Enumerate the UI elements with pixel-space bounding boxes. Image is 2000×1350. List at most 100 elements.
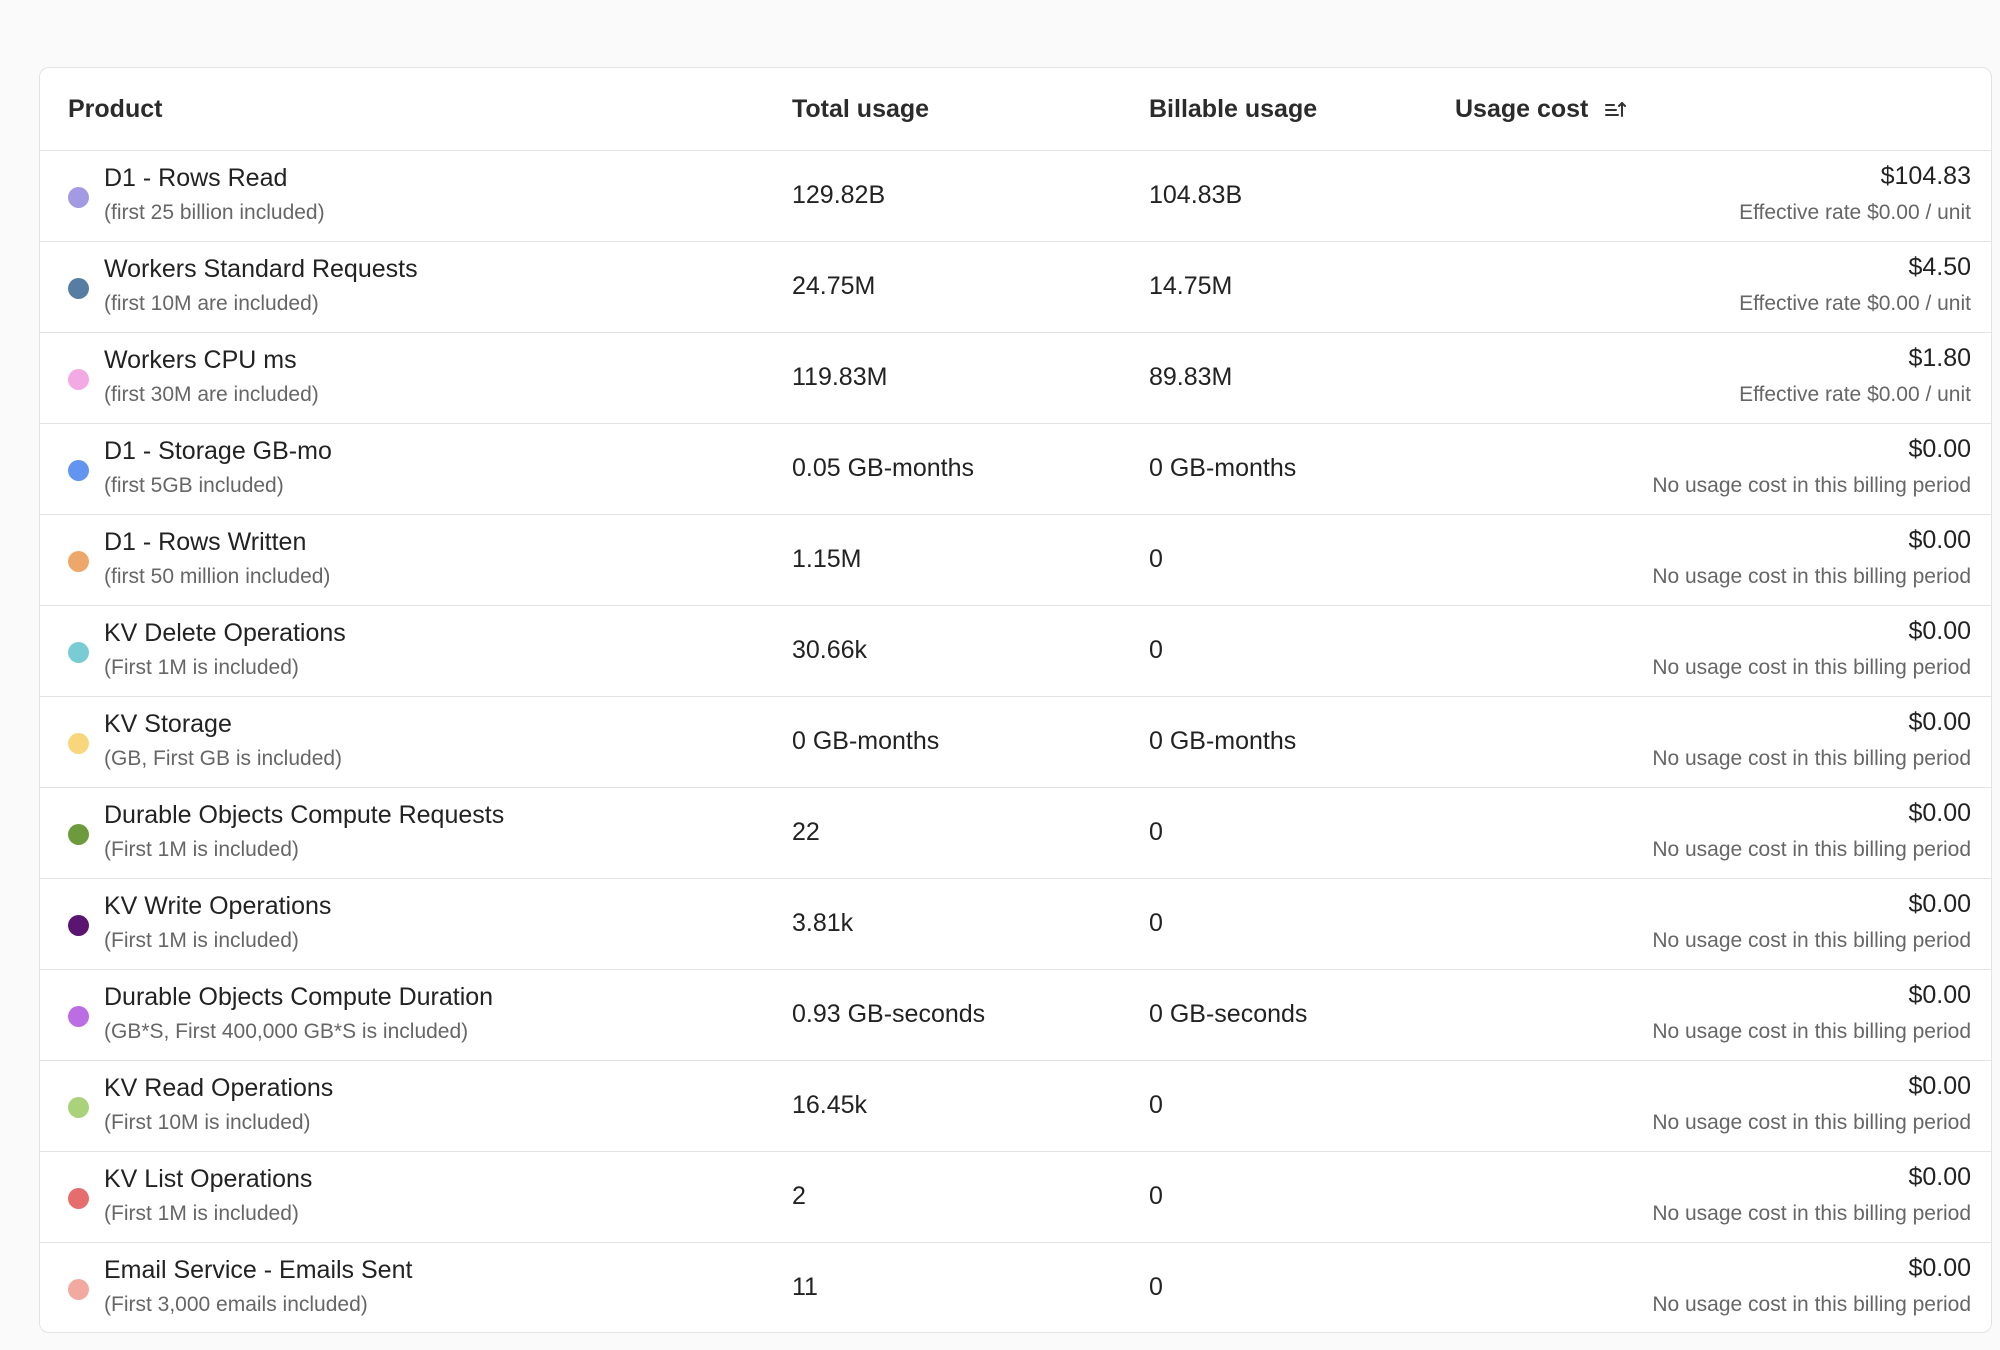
sort-ascending-icon[interactable]	[1604, 99, 1627, 121]
usage-cost-note: No usage cost in this billing period	[1652, 747, 1971, 770]
total-usage-value: 30.66k	[792, 636, 868, 664]
product-included-note: (GB*S, First 400,000 GB*S is included)	[104, 1020, 469, 1043]
table-body: D1 - Rows Read (first 25 billion included…	[40, 151, 1991, 1332]
usage-cost-value: $104.83	[1880, 162, 1971, 190]
product-color-dot	[68, 187, 89, 208]
total-usage-value: 11	[792, 1273, 818, 1301]
table-row: D1 - Rows Written (first 50 million inclu…	[40, 515, 1991, 606]
usage-cost-note: Effective rate $0.00 / unit	[1739, 201, 1971, 224]
usage-cost-note: No usage cost in this billing period	[1652, 1111, 1971, 1134]
product-color-dot	[68, 369, 89, 390]
table-row: Durable Objects Compute Requests (First 1…	[40, 788, 1991, 879]
total-usage-value: 0 GB-months	[792, 727, 940, 755]
product-color-dot	[68, 733, 89, 754]
billable-usage-value: 0	[1149, 636, 1163, 664]
usage-cost-value: $0.00	[1908, 1254, 1971, 1282]
product-color-dot	[68, 1279, 89, 1300]
product-name: Durable Objects Compute Duration	[104, 983, 494, 1011]
total-usage-value: 1.15M	[792, 545, 862, 573]
product-included-note: (first 25 billion included)	[104, 201, 325, 224]
usage-cost-value: $0.00	[1908, 708, 1971, 736]
table-row: KV List Operations (First 1M is included)…	[40, 1152, 1991, 1243]
total-usage-value: 0.93 GB-seconds	[792, 1000, 986, 1028]
billable-usage-value: 0	[1149, 1182, 1163, 1210]
product-name: D1 - Rows Written	[104, 528, 307, 556]
product-included-note: (first 5GB included)	[104, 474, 284, 497]
product-included-note: (First 1M is included)	[104, 929, 299, 952]
header-product: Product	[68, 95, 163, 123]
product-included-note: (First 1M is included)	[104, 838, 299, 861]
table-row: Workers CPU ms (first 30M are included) 11…	[40, 333, 1991, 424]
billable-usage-value: 104.83B	[1149, 181, 1243, 209]
product-name: D1 - Rows Read	[104, 164, 288, 192]
product-name: KV List Operations	[104, 1165, 313, 1193]
header-billable-usage: Billable usage	[1149, 95, 1318, 123]
header-usage-cost-label: Usage cost	[1455, 95, 1589, 123]
table-row: D1 - Rows Read (first 25 billion included…	[40, 151, 1991, 242]
product-included-note: (First 1M is included)	[104, 1202, 299, 1225]
product-included-note: (first 50 million included)	[104, 565, 331, 588]
usage-cost-note: No usage cost in this billing period	[1652, 838, 1971, 861]
product-name: Email Service - Emails Sent	[104, 1256, 413, 1284]
product-included-note: (first 30M are included)	[104, 383, 319, 406]
usage-cost-note: No usage cost in this billing period	[1652, 565, 1971, 588]
product-color-dot	[68, 1006, 89, 1027]
product-included-note: (First 3,000 emails included)	[104, 1293, 368, 1316]
usage-cost-note: Effective rate $0.00 / unit	[1739, 292, 1971, 315]
usage-cost-note: Effective rate $0.00 / unit	[1739, 383, 1971, 406]
usage-cost-note: No usage cost in this billing period	[1652, 474, 1971, 497]
billable-usage-value: 0	[1149, 909, 1163, 937]
total-usage-value: 0.05 GB-months	[792, 454, 975, 482]
product-color-dot	[68, 1188, 89, 1209]
billable-usage-value: 0	[1149, 1273, 1163, 1301]
usage-cost-value: $0.00	[1908, 1163, 1971, 1191]
table-row: KV Storage (GB, First GB is included) 0 GB…	[40, 697, 1991, 788]
product-included-note: (First 1M is included)	[104, 656, 299, 679]
usage-table: Product Total usage Billable usage Usage…	[39, 67, 1992, 1333]
product-color-dot	[68, 278, 89, 299]
table-row: Durable Objects Compute Duration (GB*S, F…	[40, 970, 1991, 1061]
usage-cost-value: $0.00	[1908, 526, 1971, 554]
total-usage-value: 3.81k	[792, 909, 854, 937]
total-usage-value: 129.82B	[792, 181, 886, 209]
usage-cost-note: No usage cost in this billing period	[1652, 656, 1971, 679]
product-name: KV Write Operations	[104, 892, 332, 920]
table-row: D1 - Storage GB-mo (first 5GB included) 0.…	[40, 424, 1991, 515]
product-name: Durable Objects Compute Requests	[104, 801, 505, 829]
table-row: Email Service - Emails Sent (First 3,000 …	[40, 1243, 1991, 1332]
usage-cost-value: $4.50	[1908, 253, 1971, 281]
product-name: Workers Standard Requests	[104, 255, 418, 283]
header-usage-cost[interactable]: Usage cost	[1455, 68, 1627, 151]
product-included-note: (first 10M are included)	[104, 292, 319, 315]
usage-cost-value: $0.00	[1908, 890, 1971, 918]
product-name: KV Read Operations	[104, 1074, 334, 1102]
billable-usage-value: 0	[1149, 818, 1163, 846]
table-row: Workers Standard Requests (first 10M are …	[40, 242, 1991, 333]
table-header: Product Total usage Billable usage Usage…	[40, 68, 1991, 151]
usage-cost-value: $0.00	[1908, 435, 1971, 463]
product-name: KV Delete Operations	[104, 619, 346, 647]
usage-cost-note: No usage cost in this billing period	[1652, 929, 1971, 952]
billable-usage-value: 89.83M	[1149, 363, 1233, 391]
product-included-note: (First 10M is included)	[104, 1111, 311, 1134]
product-color-dot	[68, 642, 89, 663]
usage-cost-note: No usage cost in this billing period	[1652, 1202, 1971, 1225]
table-row: KV Write Operations (First 1M is included…	[40, 879, 1991, 970]
product-name: KV Storage	[104, 710, 232, 738]
usage-cost-value: $0.00	[1908, 1072, 1971, 1100]
billable-usage-value: 0	[1149, 1091, 1163, 1119]
total-usage-value: 24.75M	[792, 272, 876, 300]
table-row: KV Delete Operations (First 1M is include…	[40, 606, 1991, 697]
product-color-dot	[68, 460, 89, 481]
total-usage-value: 119.83M	[792, 363, 888, 391]
usage-cost-value: $0.00	[1908, 981, 1971, 1009]
usage-cost-note: No usage cost in this billing period	[1652, 1293, 1971, 1316]
usage-cost-value: $0.00	[1908, 617, 1971, 645]
product-color-dot	[68, 1097, 89, 1118]
usage-cost-value: $0.00	[1908, 799, 1971, 827]
product-color-dot	[68, 915, 89, 936]
product-color-dot	[68, 824, 89, 845]
product-name: D1 - Storage GB-mo	[104, 437, 332, 465]
total-usage-value: 22	[792, 818, 820, 846]
total-usage-value: 16.45k	[792, 1091, 868, 1119]
